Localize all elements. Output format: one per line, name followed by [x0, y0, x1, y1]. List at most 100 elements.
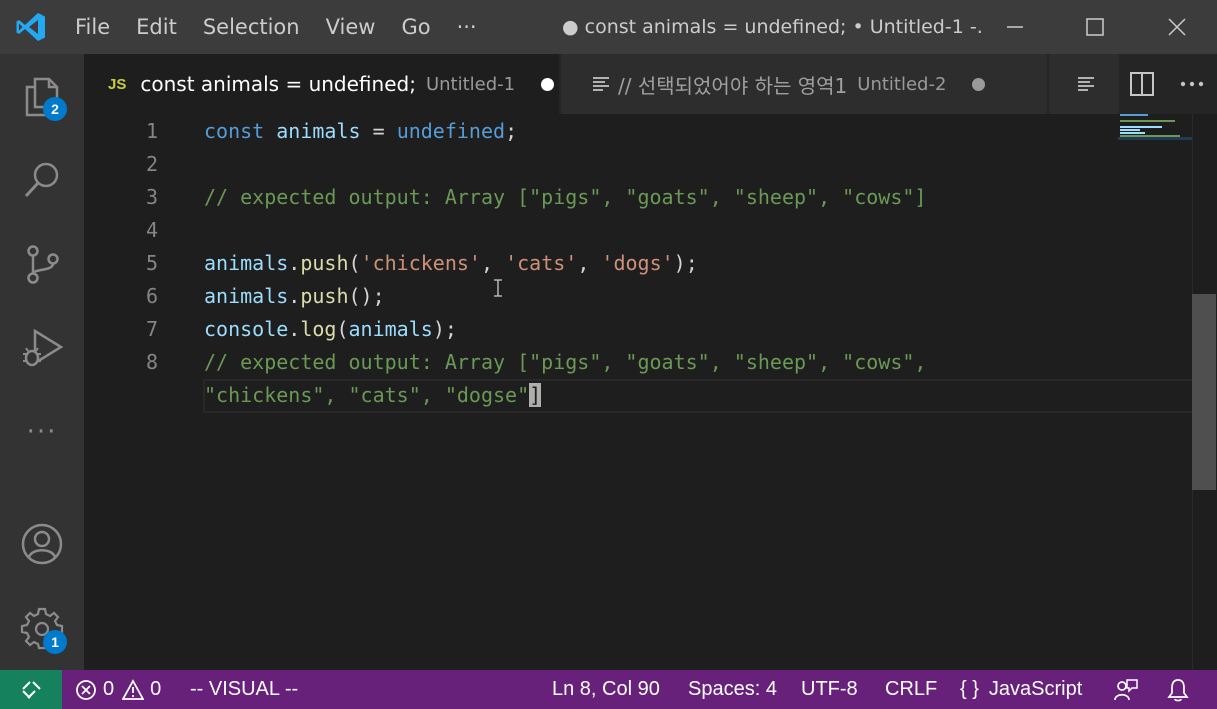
- accounts-button[interactable]: [0, 502, 84, 586]
- menu-view[interactable]: View: [313, 0, 389, 54]
- token: ;: [505, 119, 518, 143]
- token: (: [336, 317, 349, 341]
- error-icon: [76, 679, 96, 700]
- bell-icon: [1167, 678, 1189, 701]
- token: 'cats': [505, 251, 578, 275]
- vim-mode: -- VISUAL --: [190, 678, 299, 700]
- run-debug-icon: [23, 328, 64, 367]
- code-line-8-wrapped: "chickens", "cats", "dogse"]: [204, 379, 542, 412]
- menu-more[interactable]: ···: [444, 0, 490, 54]
- split-editor-icon[interactable]: [1129, 71, 1155, 97]
- code-line-7: console.log(animals);: [204, 313, 457, 346]
- editor-tab-bar: JS const animals = undefined; Untitled-1…: [84, 54, 1217, 114]
- token: .: [288, 317, 301, 341]
- line-ending-button[interactable]: CRLF: [885, 670, 937, 709]
- code-line-6: animals.push();: [204, 280, 385, 313]
- tab-overflow[interactable]: [1049, 54, 1119, 114]
- minimap[interactable]: [1118, 114, 1192, 154]
- token: undefined: [396, 119, 506, 143]
- token: animals: [276, 119, 361, 143]
- token: animals: [204, 251, 289, 275]
- run-debug-button[interactable]: [0, 306, 84, 390]
- token: push: [300, 284, 349, 308]
- token: const: [204, 119, 265, 143]
- token: ,: [577, 251, 602, 275]
- token: );: [673, 251, 698, 275]
- explorer-badge: 2: [43, 97, 67, 121]
- search-button[interactable]: [0, 138, 84, 222]
- unsaved-dot-icon[interactable]: [972, 77, 986, 91]
- block-cursor: ]: [529, 383, 542, 407]
- language-label: JavaScript: [988, 678, 1083, 700]
- source-control-icon: [27, 245, 59, 284]
- explorer-button[interactable]: 2: [0, 54, 84, 138]
- manage-button[interactable]: 1: [0, 586, 84, 670]
- editor-actions: [1117, 54, 1217, 114]
- source-control-button[interactable]: [0, 222, 84, 306]
- remote-indicator-button[interactable]: [0, 670, 62, 709]
- menu-selection[interactable]: Selection: [190, 0, 313, 54]
- code-line-5: animals.push('chickens', 'cats', 'dogs')…: [204, 247, 698, 280]
- code-editor[interactable]: 1 2 3 4 5 6 7 8 const animals = undefine…: [84, 114, 1192, 670]
- code-line-1: const animals = undefined;: [204, 115, 517, 148]
- menu-bar: File Edit Selection View Go ···: [62, 0, 490, 54]
- line-number: 1: [145, 119, 158, 143]
- text-file-icon: [1078, 77, 1094, 91]
- tab-label: const animals = undefined;: [140, 72, 416, 96]
- feedback-button[interactable]: [1114, 670, 1138, 709]
- token: (: [348, 251, 361, 275]
- warning-icon: [122, 678, 145, 700]
- maximize-button[interactable]: [1055, 0, 1135, 54]
- menu-go[interactable]: Go: [388, 0, 443, 54]
- token: console: [204, 317, 289, 341]
- warning-count: 0: [150, 678, 162, 700]
- title-bar: File Edit Selection View Go ··· ● const …: [0, 0, 1217, 54]
- language-mode-button[interactable]: { } JavaScript: [960, 670, 1082, 709]
- window-title: ● const animals = undefined; • Untitled-…: [562, 16, 982, 38]
- tab-description: Untitled-2: [857, 73, 947, 95]
- menu-file[interactable]: File: [62, 0, 123, 54]
- token: .: [288, 251, 301, 275]
- token: .: [288, 284, 301, 308]
- token: animals: [348, 317, 433, 341]
- token: "chickens", "cats", "dogse": [204, 383, 530, 407]
- line-number: 4: [145, 218, 158, 242]
- text-cursor-icon: [494, 279, 502, 297]
- token: log: [300, 317, 337, 341]
- close-button[interactable]: [1137, 0, 1217, 54]
- activity-bar: 2 ··· 1: [0, 54, 84, 670]
- menu-edit[interactable]: Edit: [123, 0, 190, 54]
- minimize-button[interactable]: [975, 0, 1055, 54]
- cursor-position-button[interactable]: Ln 8, Col 90: [552, 670, 660, 709]
- unsaved-dot-icon[interactable]: [541, 77, 555, 91]
- tab-untitled-2[interactable]: // 선택되었어야 하는 영역1 Untitled-2: [561, 54, 1047, 114]
- line-number: 7: [145, 317, 158, 341]
- token: =: [360, 119, 397, 143]
- line-number: 3: [145, 185, 158, 209]
- code-line-8: // expected output: Array ["pigs", "goat…: [204, 350, 927, 374]
- error-count: 0: [103, 678, 115, 700]
- more-actions-icon[interactable]: [1179, 71, 1205, 97]
- problems-button[interactable]: 0 0: [75, 670, 161, 709]
- encoding-button[interactable]: UTF-8: [801, 670, 858, 709]
- settings-badge: 1: [43, 630, 67, 654]
- tab-description: Untitled-1: [425, 73, 516, 95]
- javascript-file-icon: JS: [108, 75, 127, 93]
- scrollbar-thumb[interactable]: [1192, 294, 1216, 490]
- remote-icon: [22, 680, 41, 699]
- line-number: 8: [145, 350, 158, 374]
- notifications-button[interactable]: [1167, 670, 1189, 709]
- tab-label: // 선택되었어야 하는 영역1: [618, 73, 848, 98]
- token: );: [432, 317, 457, 341]
- token: ();: [348, 284, 385, 308]
- tab-untitled-1[interactable]: JS const animals = undefined; Untitled-1: [84, 54, 559, 114]
- more-views-button[interactable]: ···: [0, 390, 84, 474]
- line-number: 6: [145, 284, 158, 308]
- indentation-button[interactable]: Spaces: 4: [688, 670, 777, 709]
- token: ,: [480, 251, 506, 275]
- braces-icon: { }: [960, 678, 979, 700]
- token: push: [300, 251, 349, 275]
- code-line-3: // expected output: Array ["pigs", "goat…: [204, 185, 927, 209]
- account-icon: [21, 523, 63, 565]
- token: animals: [204, 284, 289, 308]
